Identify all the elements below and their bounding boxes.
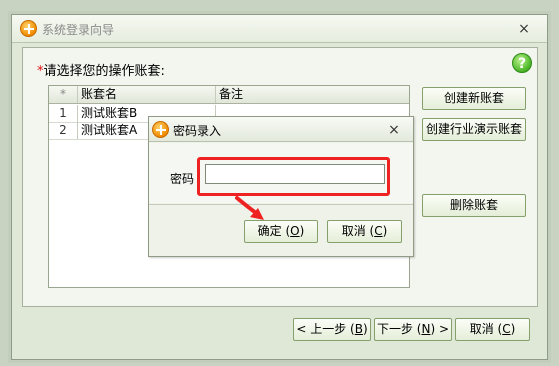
- password-dialog: 密码录入 × 密码 确定 (O) 取消 (C): [148, 116, 414, 257]
- dialog-title: 密码录入: [173, 124, 222, 138]
- create-account-button[interactable]: 创建新账套: [422, 87, 526, 110]
- annotation-arrow-icon: [235, 196, 264, 220]
- dialog-cancel-button[interactable]: 取消 (C): [327, 220, 402, 243]
- dialog-close-icon[interactable]: ×: [386, 122, 402, 138]
- window-titlebar: 系统登录向导 ×: [12, 15, 547, 43]
- grid-header-note[interactable]: 备注: [215, 86, 409, 103]
- password-highlight-box: [197, 157, 390, 196]
- grid-header-marker: *: [60, 87, 66, 101]
- prompt-text: 请选择您的操作账套:: [43, 64, 165, 79]
- grid-row-number: 1: [59, 106, 67, 120]
- prev-step-button[interactable]: < 上一步 (B): [293, 318, 371, 341]
- password-label: 密码: [170, 172, 195, 186]
- next-step-button[interactable]: 下一步 (N) >: [374, 318, 452, 341]
- dialog-app-icon: [152, 121, 169, 138]
- dialog-titlebar: 密码录入 ×: [149, 117, 413, 142]
- help-icon[interactable]: ?: [512, 53, 532, 73]
- grid-header: * 账套名 备注: [49, 86, 409, 104]
- app-logo-icon: [20, 20, 37, 37]
- grid-header-name[interactable]: 账套名: [77, 86, 215, 103]
- create-demo-account-button[interactable]: 创建行业演示账套: [422, 118, 526, 141]
- delete-account-button[interactable]: 删除账套: [422, 194, 526, 217]
- window-close-icon[interactable]: ×: [516, 21, 532, 37]
- select-account-prompt: *请选择您的操作账套:: [37, 60, 165, 79]
- window-title: 系统登录向导: [42, 23, 115, 37]
- dialog-divider: [149, 204, 413, 205]
- cancel-button[interactable]: 取消 (C): [455, 318, 530, 341]
- grid-row-number: 2: [59, 123, 67, 137]
